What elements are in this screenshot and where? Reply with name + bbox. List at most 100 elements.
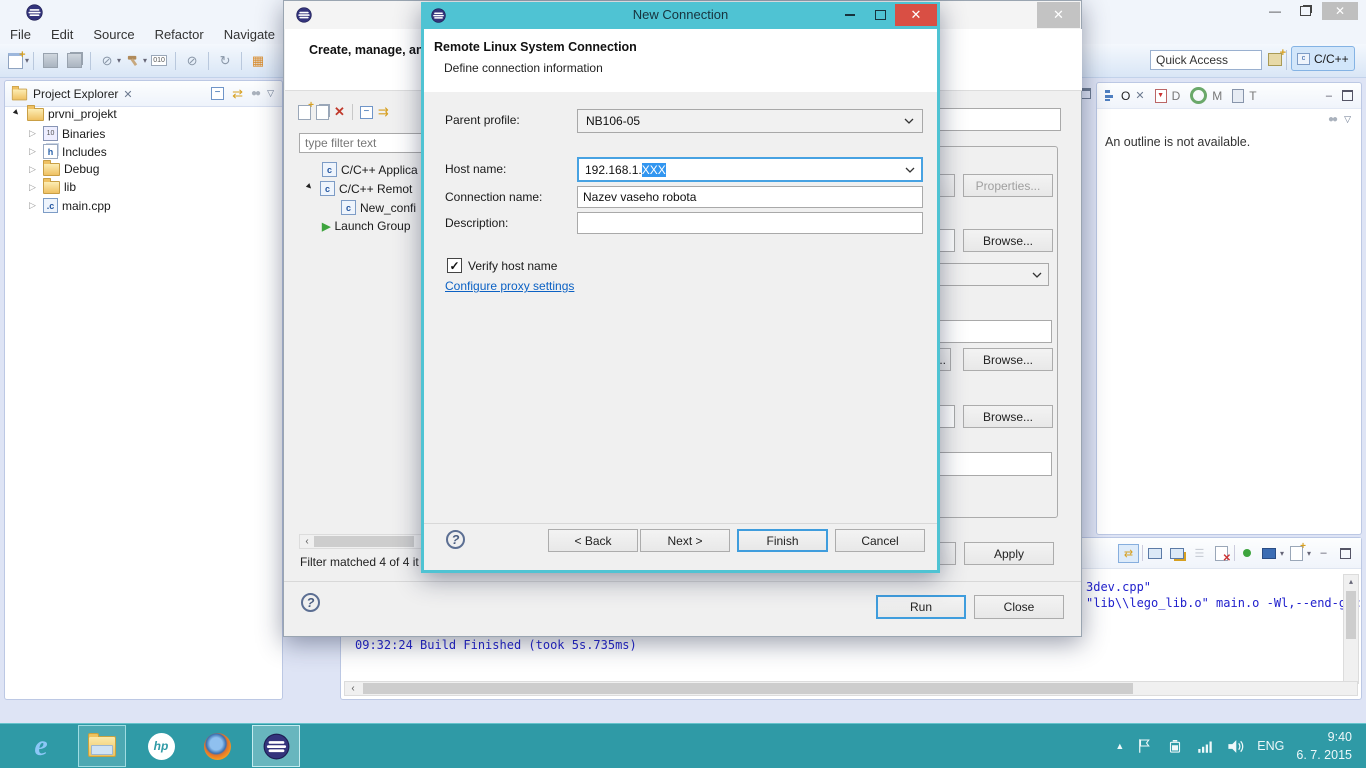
tree-item-project[interactable]: ▸ prvni_projekt <box>13 107 117 121</box>
open-console-dropdown-icon[interactable]: ▾ <box>1307 549 1311 558</box>
new-launch-config-icon[interactable]: + <box>298 105 311 120</box>
configure-proxy-link[interactable]: Configure proxy settings <box>445 279 574 293</box>
taskbar-explorer-icon[interactable] <box>78 725 126 767</box>
collapsed-arrow-icon[interactable]: ▷ <box>29 164 39 175</box>
menu-edit[interactable]: Edit <box>41 25 83 44</box>
delete-config-icon[interactable]: ✕ <box>334 104 345 120</box>
config-hscrollbar[interactable]: ‹ <box>299 534 423 549</box>
minimize-icon[interactable] <box>835 4 865 26</box>
tab-close-icon[interactable]: ✕ <box>1135 89 1144 102</box>
tray-network-signal-icon[interactable] <box>1196 737 1214 755</box>
close-icon[interactable]: ✕ <box>1037 2 1080 28</box>
tray-battery-icon[interactable] <box>1166 737 1184 755</box>
collapsed-arrow-icon[interactable]: ▷ <box>29 128 39 139</box>
quick-access-input[interactable]: Quick Access <box>1150 50 1262 70</box>
maximize-view-icon[interactable] <box>1342 90 1353 101</box>
cancel-button[interactable]: Cancel <box>835 529 925 552</box>
console-hscrollbar[interactable]: ‹ <box>344 681 1358 696</box>
build-dropdown-icon[interactable]: ▾ <box>143 56 147 65</box>
save-all-icon[interactable] <box>63 50 85 72</box>
next-button[interactable]: Next > <box>640 529 730 552</box>
view-menu-icon[interactable]: ▽ <box>1344 114 1351 125</box>
tab-documents[interactable]: ▼ D <box>1151 85 1185 107</box>
scroll-left-icon[interactable]: ‹ <box>300 536 314 547</box>
open-console-icon[interactable]: + <box>1287 545 1306 562</box>
checkbox-checked-icon[interactable]: ✓ <box>447 258 462 273</box>
taskbar-firefox-icon[interactable] <box>194 726 240 766</box>
close-button[interactable]: Close <box>974 595 1064 619</box>
collapse-all-icon[interactable]: − <box>211 87 224 100</box>
save-icon[interactable] <box>39 50 61 72</box>
config-cpp-application[interactable]: cC/C++ Applica <box>322 162 418 177</box>
perspective-button-cpp[interactable]: c C/C++ <box>1291 46 1355 71</box>
skip-breakpoints-dropdown-icon[interactable]: ▾ <box>117 56 121 65</box>
close-icon[interactable]: ✕ <box>1322 2 1358 20</box>
collapse-all-icon[interactable]: − <box>360 106 373 119</box>
scroll-up-icon[interactable]: ▴ <box>1344 575 1358 589</box>
tab-close-icon[interactable]: ✕ <box>123 88 132 101</box>
binary-icon[interactable]: 010 <box>148 50 170 72</box>
clear-console-icon[interactable]: ✕ <box>1212 545 1231 562</box>
finish-button[interactable]: Finish <box>737 529 828 552</box>
new-wizard-icon[interactable]: + <box>4 50 26 72</box>
pin-console-icon[interactable] <box>1238 545 1257 562</box>
collapsed-arrow-icon[interactable]: ▷ <box>29 146 39 157</box>
run-button[interactable]: Run <box>876 595 966 619</box>
display-consoles-icon[interactable] <box>1146 545 1165 562</box>
tree-item-binaries[interactable]: ▷ 10 Binaries <box>29 126 105 141</box>
console-vscrollbar[interactable]: ▴ <box>1343 574 1359 684</box>
tree-item-maincpp[interactable]: ▷ .c main.cpp <box>29 198 111 213</box>
filter-configs-icon[interactable]: ⇉ <box>378 104 389 120</box>
skip-breakpoints-icon[interactable]: ⊘ <box>96 50 118 72</box>
open-perspective-icon[interactable]: + <box>1264 48 1286 70</box>
apply-button[interactable]: Apply <box>964 542 1054 565</box>
console-grid-icon[interactable]: ▦ <box>247 50 269 72</box>
show-console-on-change-icon[interactable]: ⇄ <box>1118 544 1139 563</box>
maximize-icon[interactable] <box>865 4 895 26</box>
config-cpp-remote[interactable]: ▸ cC/C++ Remot <box>306 181 412 196</box>
tab-outline[interactable]: O ✕ <box>1101 85 1149 107</box>
browse-button[interactable]: Browse... <box>963 405 1053 428</box>
clear-lines-icon[interactable]: ☰ <box>1190 545 1209 562</box>
link-with-editor-icon[interactable]: ⇄ <box>232 86 243 102</box>
host-name-combo[interactable]: 192.168.1.XXX <box>577 157 923 182</box>
minimize-view-icon[interactable]: – <box>1326 90 1332 102</box>
minimize-view-icon[interactable]: – <box>1314 545 1333 562</box>
tab-project-explorer[interactable]: Project Explorer ✕ <box>5 83 141 104</box>
build-hammer-icon[interactable] <box>122 50 144 72</box>
tray-action-center-flag-icon[interactable] <box>1136 737 1154 755</box>
expanded-arrow-icon[interactable]: ▸ <box>11 107 26 122</box>
taskbar-hp-icon[interactable]: hp <box>138 726 184 766</box>
collapsed-arrow-icon[interactable]: ▷ <box>29 200 39 211</box>
tab-tasks[interactable]: T <box>1228 85 1260 107</box>
console-dropdown-icon[interactable]: ▾ <box>1280 549 1284 558</box>
browse-button[interactable]: Browse... <box>963 348 1053 371</box>
new-wizard-dropdown-icon[interactable]: ▾ <box>25 56 29 65</box>
close-icon[interactable]: ✕ <box>895 4 937 26</box>
tree-item-debug[interactable]: ▷ Debug <box>29 162 99 176</box>
properties-button[interactable]: Properties... <box>963 174 1053 197</box>
menu-refactor[interactable]: Refactor <box>145 25 214 44</box>
collapsed-arrow-icon[interactable]: ▷ <box>29 182 39 193</box>
expanded-arrow-icon[interactable]: ▸ <box>304 181 319 196</box>
description-input[interactable] <box>577 212 923 234</box>
menu-navigate[interactable]: Navigate <box>214 25 285 44</box>
taskbar-eclipse-icon[interactable] <box>252 725 300 767</box>
search-disabled-icon[interactable]: ⊘ <box>181 50 203 72</box>
taskbar-ie-icon[interactable]: e <box>18 726 64 766</box>
config-new-configuration[interactable]: cNew_confi <box>341 200 416 215</box>
connection-name-input[interactable]: Nazev vaseho robota <box>577 186 923 208</box>
refresh-icon[interactable]: ↻ <box>214 50 236 72</box>
tree-item-lib[interactable]: ▷ lib <box>29 180 76 194</box>
menu-source[interactable]: Source <box>83 25 144 44</box>
duplicate-config-icon[interactable] <box>316 105 329 120</box>
tray-language[interactable]: ENG <box>1257 739 1284 753</box>
tray-show-hidden-icon[interactable]: ▲ <box>1115 741 1124 751</box>
tree-item-includes[interactable]: ▷ h Includes <box>29 144 107 159</box>
view-toolbar-dots-icon[interactable]: ●● <box>1328 114 1336 125</box>
restore-icon[interactable] <box>1292 2 1318 20</box>
scroll-left-icon[interactable]: ‹ <box>345 683 361 694</box>
tray-clock[interactable]: 9:406. 7. 2015 <box>1296 728 1352 764</box>
back-button[interactable]: < Back <box>548 529 638 552</box>
browse-button[interactable]: Browse... <box>963 229 1053 252</box>
